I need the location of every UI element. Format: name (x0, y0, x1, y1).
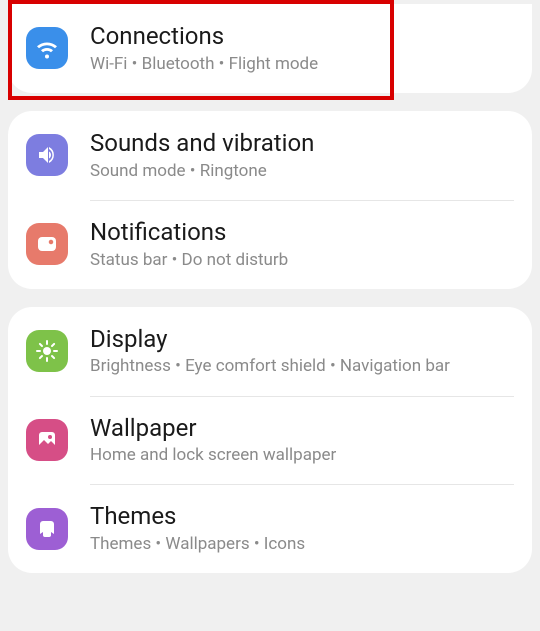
settings-item-sounds[interactable]: Sounds and vibration Sound mode • Ringto… (8, 111, 532, 200)
settings-group: Display Brightness • Eye comfort shield … (8, 307, 532, 574)
item-title: Display (90, 325, 514, 354)
item-subtitle: Home and lock screen wallpaper (90, 444, 514, 466)
item-subtitle: Brightness • Eye comfort shield • Naviga… (90, 355, 514, 377)
settings-item-themes[interactable]: Themes Themes • Wallpapers • Icons (8, 484, 532, 573)
item-title: Connections (90, 22, 514, 51)
item-title: Themes (90, 502, 514, 531)
item-title: Sounds and vibration (90, 129, 514, 158)
item-text: Themes Themes • Wallpapers • Icons (90, 502, 514, 555)
settings-item-notifications[interactable]: Notifications Status bar • Do not distur… (8, 200, 532, 289)
themes-icon (26, 508, 68, 550)
item-title: Notifications (90, 218, 514, 247)
wifi-icon (26, 27, 68, 69)
item-text: Sounds and vibration Sound mode • Ringto… (90, 129, 514, 182)
settings-item-wallpaper[interactable]: Wallpaper Home and lock screen wallpaper (8, 396, 532, 485)
item-text: Notifications Status bar • Do not distur… (90, 218, 514, 271)
item-subtitle: Status bar • Do not disturb (90, 249, 514, 271)
item-text: Connections Wi-Fi • Bluetooth • Flight m… (90, 22, 514, 75)
settings-group: Connections Wi-Fi • Bluetooth • Flight m… (8, 4, 532, 93)
item-text: Display Brightness • Eye comfort shield … (90, 325, 514, 378)
item-subtitle: Wi-Fi • Bluetooth • Flight mode (90, 53, 514, 75)
settings-group: Sounds and vibration Sound mode • Ringto… (8, 111, 532, 289)
notifications-icon (26, 223, 68, 265)
settings-item-connections[interactable]: Connections Wi-Fi • Bluetooth • Flight m… (8, 4, 532, 93)
settings-item-display[interactable]: Display Brightness • Eye comfort shield … (8, 307, 532, 396)
item-subtitle: Sound mode • Ringtone (90, 160, 514, 182)
item-subtitle: Themes • Wallpapers • Icons (90, 533, 514, 555)
display-icon (26, 330, 68, 372)
sound-icon (26, 134, 68, 176)
item-title: Wallpaper (90, 414, 514, 443)
wallpaper-icon (26, 419, 68, 461)
item-text: Wallpaper Home and lock screen wallpaper (90, 414, 514, 467)
